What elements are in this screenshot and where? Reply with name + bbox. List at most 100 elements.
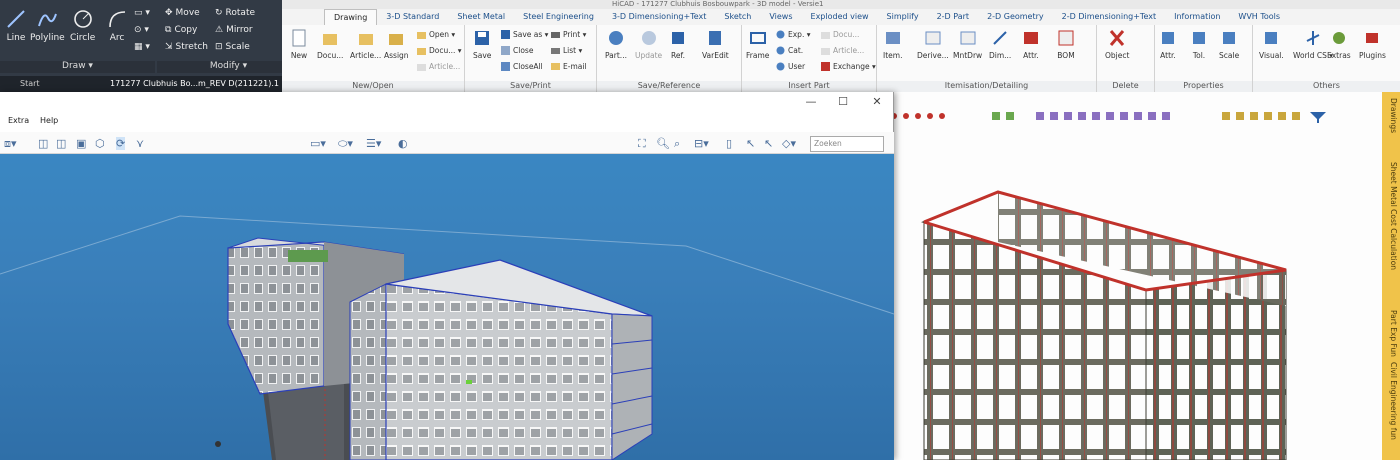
section-icon[interactable]: ⬭▾: [338, 137, 353, 151]
bim-3d-viewport[interactable]: [0, 154, 895, 460]
dim-button[interactable]: Dim...: [989, 28, 1011, 60]
save-as-button[interactable]: Save as ▾: [500, 29, 548, 40]
mntdrw-button[interactable]: MntDrw: [953, 28, 982, 60]
ellipse-tool[interactable]: ⊙ ▾: [134, 25, 149, 35]
rectangle-tool[interactable]: ▭ ▾: [134, 8, 150, 18]
visibility-icon[interactable]: ◇▾: [782, 137, 796, 150]
plugins-button[interactable]: Plugins: [1359, 28, 1386, 60]
email-button[interactable]: E-mail: [550, 61, 587, 72]
scale-prop-button[interactable]: Scale: [1219, 28, 1239, 60]
view-iso-icon[interactable]: ⬡: [95, 137, 105, 150]
extras-button[interactable]: Extras: [1327, 28, 1351, 60]
arc-tool[interactable]: Arc: [106, 8, 128, 43]
scale-tool[interactable]: ⊡ Scale: [215, 42, 250, 52]
stretch-tool[interactable]: ⇲ Stretch: [165, 42, 208, 52]
zoom-icon[interactable]: 🔍︎: [656, 137, 670, 150]
attr-prop-button[interactable]: Attr.: [1159, 28, 1177, 60]
side-tab-part-exp[interactable]: Part Exp Fun: [1384, 310, 1398, 357]
line-tool[interactable]: Line: [5, 8, 27, 43]
tab-information[interactable]: Information: [1165, 9, 1229, 25]
save-view-icon[interactable]: ▯: [726, 137, 732, 150]
zoom-extents-icon[interactable]: ⛶: [638, 137, 646, 151]
hide-icon[interactable]: ↖: [764, 137, 773, 150]
insert-docu-button[interactable]: Docu...: [820, 29, 859, 40]
measure-icon[interactable]: ▭▾: [310, 137, 326, 150]
search-input[interactable]: Zoeken: [810, 136, 884, 152]
tab-2d-dimensioning[interactable]: 2-D Dimensioning+Text: [1053, 9, 1165, 25]
close-all-button[interactable]: CloseAll: [500, 61, 543, 72]
exp-button[interactable]: Exp. ▾: [775, 29, 810, 40]
tab-3d-standard[interactable]: 3-D Standard: [377, 9, 448, 25]
rotate-tool[interactable]: ↻ Rotate: [215, 8, 255, 18]
part-button[interactable]: Part...: [605, 28, 627, 60]
varedit-button[interactable]: VarEdit: [702, 28, 729, 60]
appearance-icon[interactable]: ◐: [398, 137, 408, 150]
exchange-button[interactable]: Exchange ▾: [820, 61, 876, 72]
layers-icon[interactable]: ☰▾: [366, 137, 381, 150]
cat-button[interactable]: Cat.: [775, 45, 803, 56]
frame-button[interactable]: Frame: [746, 28, 769, 60]
menu-help[interactable]: Help: [40, 116, 58, 125]
tab-sheet-metal[interactable]: Sheet Metal: [448, 9, 514, 25]
open-button[interactable]: Open ▾: [416, 29, 455, 40]
derive-button[interactable]: Derive...: [917, 28, 949, 60]
close-window-button[interactable]: ✕: [862, 92, 892, 112]
side-tab-sheet-metal-cost[interactable]: Sheet Metal Cost Calculation: [1384, 162, 1398, 270]
hicad-3d-viewport[interactable]: [886, 92, 1382, 460]
move-tool[interactable]: ✥ Move: [165, 8, 200, 18]
tab-2d-geometry[interactable]: 2-D Geometry: [978, 9, 1053, 25]
open-article-button[interactable]: Article...: [416, 61, 460, 72]
view-cube-icon[interactable]: ⧈▾: [4, 137, 17, 151]
tab-2d-part[interactable]: 2-D Part: [928, 9, 978, 25]
minimize-button[interactable]: —: [796, 92, 826, 112]
tab-drawing[interactable]: Drawing: [324, 9, 378, 25]
orbit-icon[interactable]: ⟳: [116, 137, 126, 150]
view-front-icon[interactable]: ◫: [38, 137, 48, 150]
close-button[interactable]: Close: [500, 45, 533, 56]
hatch-tool[interactable]: ▦ ▾: [134, 42, 150, 52]
maximize-button[interactable]: ☐: [828, 92, 858, 112]
object-delete-button[interactable]: Object: [1105, 28, 1129, 60]
update-button[interactable]: Update: [635, 28, 662, 60]
select-icon[interactable]: ↖: [746, 137, 755, 150]
tab-exploded-view[interactable]: Exploded view: [802, 9, 878, 25]
assign-button[interactable]: Assign: [384, 28, 409, 60]
user-button[interactable]: User: [775, 61, 805, 72]
save-button[interactable]: Save: [473, 28, 491, 60]
tab-start[interactable]: Start: [20, 79, 40, 88]
modify-panel-title[interactable]: Modify ▾: [157, 61, 300, 73]
draw-panel-title[interactable]: Draw ▾: [0, 61, 155, 73]
view-back-icon[interactable]: ◫: [56, 137, 66, 150]
print-button[interactable]: Print ▾: [550, 29, 586, 40]
ref-button[interactable]: Ref.: [669, 28, 687, 60]
view-mode-icon[interactable]: ⊟▾: [694, 137, 709, 150]
tab-sketch[interactable]: Sketch: [715, 9, 760, 25]
circle-tool[interactable]: Circle: [70, 8, 95, 43]
open-docu-button[interactable]: Docu... ▾: [416, 45, 462, 56]
item-button[interactable]: Item.: [883, 28, 902, 60]
copy-tool[interactable]: ⧉ Copy: [165, 25, 197, 35]
list-button[interactable]: List ▾: [550, 45, 582, 56]
tab-views[interactable]: Views: [760, 9, 801, 25]
menu-extra[interactable]: Extra: [8, 116, 29, 125]
tab-drawing-file[interactable]: 171277 Clubhuis Bo...m_REV D(211221).1: [110, 79, 279, 88]
docu-button[interactable]: Docu...: [317, 28, 343, 60]
attr-item-button[interactable]: Attr.: [1022, 28, 1040, 60]
tab-wvh-tools[interactable]: WVH Tools: [1229, 9, 1289, 25]
tol-button[interactable]: Tol.: [1190, 28, 1208, 60]
polyline-tool[interactable]: Polyline: [30, 8, 65, 43]
axes-icon[interactable]: ⋎: [136, 137, 144, 150]
side-tab-civil-engineering[interactable]: Civil Engineering fun: [1384, 362, 1398, 440]
mirror-tool[interactable]: ⚠ Mirror: [215, 25, 253, 35]
side-tab-drawings[interactable]: Drawings: [1384, 98, 1398, 133]
tab-3d-dimensioning[interactable]: 3-D Dimensioning+Text: [603, 9, 715, 25]
tab-steel-engineering[interactable]: Steel Engineering: [514, 9, 603, 25]
article-button[interactable]: Article...: [350, 28, 381, 60]
bom-button[interactable]: BOM: [1057, 28, 1075, 60]
tab-simplify[interactable]: Simplify: [878, 9, 928, 25]
insert-article-button[interactable]: Article...: [820, 45, 864, 56]
view-box-icon[interactable]: ▣: [76, 137, 86, 150]
new-button[interactable]: New: [290, 28, 308, 60]
visual-button[interactable]: Visual.: [1259, 28, 1284, 60]
zoom-window-icon[interactable]: ⌕: [674, 137, 680, 151]
